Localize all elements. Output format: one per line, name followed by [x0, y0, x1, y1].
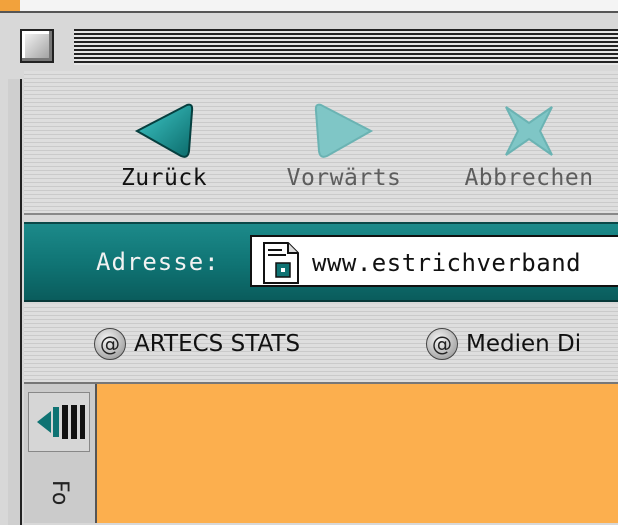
page-content-area — [97, 384, 618, 523]
title-bar[interactable] — [8, 23, 618, 71]
stop-label: Abbrechen — [464, 165, 594, 191]
address-input[interactable]: www.estrichverband — [250, 235, 618, 287]
forward-arrow-icon — [314, 103, 374, 158]
close-box[interactable] — [20, 29, 54, 63]
favorite-medien[interactable]: @ Medien Di — [426, 328, 581, 362]
collapse-panel-button[interactable] — [28, 392, 90, 452]
window-left-frame — [8, 79, 22, 525]
at-icon: @ — [426, 328, 458, 360]
desktop-corner — [0, 0, 20, 11]
address-bar: Adresse: www.estrichverband — [24, 222, 618, 302]
back-arrow-icon — [134, 103, 194, 158]
favorite-artecs-stats[interactable]: @ ARTECS STATS — [94, 328, 300, 362]
stop-x-icon — [505, 106, 553, 156]
forward-label: Vorwärts — [286, 165, 402, 191]
back-label: Zurück — [120, 165, 208, 191]
favorite-label: Medien Di — [466, 331, 582, 357]
stop-button[interactable]: Abbrechen — [444, 71, 614, 213]
title-bar-stripes — [74, 29, 618, 65]
address-url: www.estrichverband — [312, 249, 582, 277]
explorer-side-tab[interactable]: Fo — [24, 384, 97, 523]
at-icon: @ — [94, 328, 126, 360]
side-tab-label: Fo — [47, 480, 72, 506]
address-label: Adresse: — [96, 248, 220, 276]
top-strip — [0, 0, 618, 11]
page-document-icon[interactable] — [262, 241, 300, 285]
navigation-toolbar: Zurück Vorwärts Abbrechen — [24, 71, 618, 215]
collapse-arrow-icon — [37, 405, 85, 439]
back-button[interactable]: Zurück — [94, 71, 234, 213]
forward-button[interactable]: Vorwärts — [264, 71, 424, 213]
favorite-label: ARTECS STATS — [134, 331, 301, 357]
favorites-bar: @ ARTECS STATS @ Medien Di — [24, 304, 618, 384]
